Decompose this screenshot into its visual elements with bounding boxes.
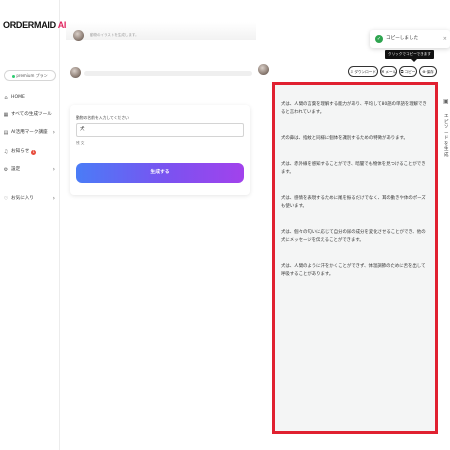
chevron-right-icon: › — [52, 166, 55, 173]
result-paragraph: 犬の鼻は、指紋と同様に個体を識別するための特徴があります。 — [281, 136, 408, 141]
char-count: 残 文 — [76, 141, 85, 145]
document-icon[interactable]: ▣ — [443, 98, 449, 105]
app-logo[interactable]: ORDERMAID AI — [3, 20, 66, 30]
sidebar-item-settings[interactable]: ⚙ 設定 › — [3, 165, 57, 175]
home-icon: ⌂ — [4, 95, 8, 101]
user-avatar — [258, 64, 269, 75]
sidebar-item-news[interactable]: ♫ お知らせ 1 — [3, 147, 57, 157]
copy-toast: ✓ コピーしました × — [370, 30, 450, 48]
result-paragraph: 犬は、人間の言葉を理解する能力があり、平均して80語の単語を理解できると言われて… — [281, 102, 427, 115]
message-track — [84, 71, 252, 76]
animal-name-label: 動物の名前を入力してください — [76, 115, 129, 120]
copy-button[interactable]: ⧉コピー — [399, 66, 417, 77]
result-paragraph: 犬は、個々の匂いに応じて自分の尿の成分を変化させることができ、他の犬にメッセージ… — [281, 230, 426, 243]
input-form-card: 動物の名前を入力してください 犬 残 文 生成する — [70, 105, 250, 195]
result-paragraph: 犬は、感情を表現するために尾を振るだけでなく、耳の動きや体のポーズも使います。 — [281, 196, 426, 209]
mail-icon: ✉ — [381, 69, 385, 74]
sidebar-item-course[interactable]: ▤ AI活用マーク講座 › — [3, 128, 57, 138]
mail-button[interactable]: ✉メール — [380, 66, 397, 77]
generate-button[interactable]: 生成する — [76, 163, 244, 183]
result-paragraph: 犬は、赤外線を感知することができ、暗闇でも物体を見つけることができます。 — [281, 162, 426, 175]
sidebar-item-favorites[interactable]: ♡ お気に入り › — [3, 194, 57, 204]
copy-icon: ⧉ — [400, 69, 404, 74]
book-icon: ▤ — [3, 130, 9, 136]
save-button[interactable]: ⊕保存 — [419, 66, 437, 77]
grid-icon: ▦ — [3, 112, 9, 118]
notification-badge: 1 — [31, 149, 37, 155]
chevron-right-icon: › — [52, 195, 55, 202]
check-circle-icon: ✓ — [375, 35, 383, 43]
gear-icon: ⚙ — [3, 167, 9, 173]
result-panel[interactable]: 犬は、人間の言葉を理解する能力があり、平均して80語の単語を理解できると言われて… — [272, 82, 438, 434]
animal-name-input[interactable]: 犬 — [76, 123, 244, 137]
sidebar: ORDERMAID AI premium プラン ⌂ HOME ▦ すべての生成… — [0, 0, 66, 450]
assistant-avatar — [73, 30, 84, 41]
download-button[interactable]: ⇩ダウンロード — [348, 66, 378, 77]
side-panel-label[interactable]: エピソードを生成 — [444, 114, 450, 158]
heart-icon: ♡ — [3, 196, 9, 202]
status-dot-icon — [12, 74, 16, 78]
download-icon: ⇩ — [350, 69, 354, 74]
sidebar-item-home[interactable]: ⌂ HOME — [3, 93, 57, 103]
chevron-right-icon: › — [52, 129, 55, 136]
result-paragraph: 犬は、人間のように汗をかくことができず、体温調節のために舌を出して呼吸することが… — [281, 264, 426, 277]
previous-message-text: 動物のイラストを生成します。 — [90, 33, 139, 37]
close-icon[interactable]: × — [443, 30, 447, 48]
plan-badge[interactable]: premium プラン — [4, 70, 56, 81]
copy-tooltip: クリックでコピーできます — [385, 50, 434, 62]
save-icon: ⊕ — [422, 69, 426, 74]
bell-icon: ♫ — [3, 149, 9, 155]
sidebar-item-all-tools[interactable]: ▦ すべての生成ツール — [3, 110, 57, 120]
assistant-avatar — [70, 67, 81, 78]
